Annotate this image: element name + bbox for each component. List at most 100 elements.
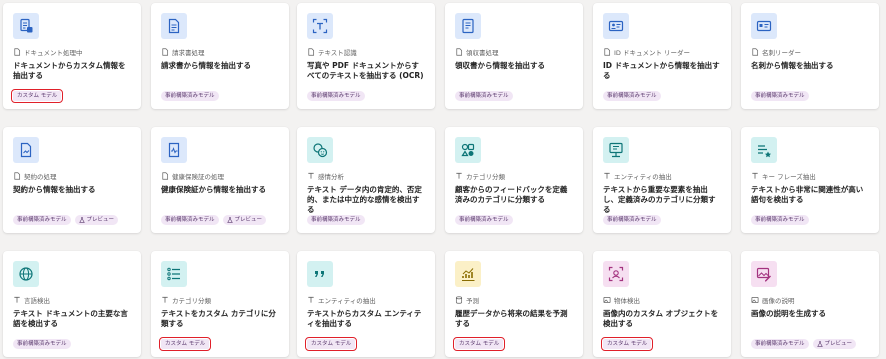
card-title: ID ドキュメントから情報を抽出する [603,61,720,80]
badge-label: カスタム モデル [165,341,206,347]
badge-label: カスタム モデル [17,93,58,99]
card-badges: 事前構築済みモデル プレビュー [751,339,857,349]
card-title: 画像の説明を生成する [751,309,826,318]
card-category: カテゴリ分類 [455,171,573,181]
card-category: 請求書処理 [161,47,279,57]
prebuilt-model-badge: 事前構築済みモデル [307,215,365,225]
text-recognition-icon [307,13,333,39]
badge-label: 事前構築済みモデル [607,93,657,99]
card-badges: カスタム モデル [304,337,358,351]
card-badges: 事前構築済みモデル プレビュー [161,215,267,225]
model-card[interactable]: 名刺リーダー 名刺から情報を抽出する 事前構築済みモデル [741,3,879,109]
card-title: 領収書から情報を抽出する [455,61,545,70]
list-icon [161,261,187,287]
card-category-label: 名刺リーダー [762,49,801,57]
card-title: 請求書から情報を抽出する [161,61,251,70]
image-icon [751,296,759,304]
ai-model-card-grid: ドキュメント処理中 ドキュメントからカスタム情報を抽出する カスタム モデル 請求書処… [0,0,886,359]
card-category-label: 言語検出 [24,297,50,305]
card-category: カテゴリ分類 [161,295,279,305]
card-badges: 事前構築済みモデル [751,215,809,225]
card-category-label: エンティティの抽出 [318,297,376,305]
id-card-icon [603,13,629,39]
model-card[interactable]: カテゴリ分類顧客からのフィードバックを定義済みのカテゴリに分類する事前構築済みモ… [445,127,583,233]
text-icon [14,296,20,303]
card-category: テキスト認識 [307,47,425,57]
badge-label: プレビュー [86,217,115,223]
badge-label: カスタム モデル [311,341,352,347]
flask-icon [78,217,85,223]
prebuilt-model-badge: 事前構築済みモデル [455,215,513,225]
badge-label: 事前構築済みモデル [459,93,509,99]
model-card[interactable]: 請求書処理請求書から情報を抽出する事前構築済みモデル [151,3,289,109]
badge-label: 事前構築済みモデル [607,217,657,223]
card-badges: 事前構築済みモデル プレビュー [13,215,119,225]
prebuilt-model-badge: 事前構築済みモデル [307,91,365,101]
card-badges: カスタム モデル [452,337,506,351]
card-badges: 事前構築済みモデル [455,215,513,225]
model-card[interactable]: 物体検出 画像内のカスタム オブジェクトを検出する カスタム モデル [593,251,731,357]
card-category: 言語検出 [13,295,131,305]
image-icon [603,296,611,304]
card-category-label: カテゴリ分類 [466,173,505,181]
card-title: テキスト ドキュメントの主要な言語を検出する [13,309,128,328]
model-card[interactable]: エンティティの抽出 テキストからカスタム エンティティを抽出する カスタム モデル [297,251,435,357]
prebuilt-model-badge: 事前構築済みモデル [603,91,661,101]
flask-icon [226,217,233,223]
image-edit-icon [751,261,777,287]
card-badges: 事前構築済みモデル [307,215,365,225]
model-card[interactable]: ドキュメント処理中 ドキュメントからカスタム情報を抽出する カスタム モデル [3,3,141,109]
text-icon [308,296,314,303]
model-card[interactable]: 感情分析 テキスト データ内の肯定的、否定的、または中立的な感情を検出する 事前構築… [297,127,435,233]
model-card[interactable]: テキスト認識 写真や PDF ドキュメントからすべてのテキストを抽出する (OCR… [297,3,435,109]
model-card[interactable]: 予測 履歴データから将来の結果を予測する カスタム モデル [445,251,583,357]
prebuilt-model-badge: 事前構築済みモデル [13,339,71,349]
model-card[interactable]: 契約の処理 契約から情報を抽出する 事前構築済みモデル プレビュー [3,127,141,233]
card-category-label: テキスト認識 [318,49,357,57]
model-card[interactable]: 言語検出テキスト ドキュメントの主要な言語を検出する事前構築済みモデル [3,251,141,357]
card-category-label: 請求書処理 [172,49,205,57]
card-category: ID ドキュメント リーダー [603,47,721,57]
key-phrase-icon [751,137,777,163]
entity-extraction-icon [603,137,629,163]
quote-icon [307,261,333,287]
card-badges: 事前構築済みモデル [161,91,219,101]
card-title: テキストから非常に関連性が高い語句を検出する [751,185,864,204]
preview-badge: プレビュー [222,215,267,225]
model-card[interactable]: エンティティの抽出 テキストから重要な要素を抽出し、定義済みのカテゴリに分類する事… [593,127,731,233]
prebuilt-model-badge: 事前構築済みモデル [751,91,809,101]
receipt-icon [455,13,481,39]
card-category: キー フレーズ抽出 [751,171,869,181]
badge-label: 事前構築済みモデル [17,341,67,347]
text-icon [456,172,462,179]
globe-icon [13,261,39,287]
document-icon [752,48,759,56]
card-category-label: ID ドキュメント リーダー [614,49,691,57]
model-card[interactable]: カテゴリ分類 テキストをカスタム カテゴリに分類する カスタム モデル [151,251,289,357]
card-category-label: 画像の説明 [762,297,795,305]
card-badges: 事前構築済みモデル [307,91,365,101]
badge-label: 事前構築済みモデル [755,341,805,347]
card-category: エンティティの抽出 [603,171,721,181]
badge-label: 事前構築済みモデル [17,217,67,223]
text-icon [162,296,168,303]
model-card[interactable]: キー フレーズ抽出テキストから非常に関連性が高い語句を検出する事前構築済みモデル [741,127,879,233]
card-category: 画像の説明 [751,295,869,305]
document-icon [456,48,463,56]
prebuilt-model-badge: 事前構築済みモデル [455,91,513,101]
card-title: 顧客からのフィードバックを定義済みのカテゴリに分類する [455,185,568,204]
document-icon [162,172,169,180]
card-badges: カスタム モデル [10,89,64,103]
model-card[interactable]: ID ドキュメント リーダー ID ドキュメントから情報を抽出する事前構築済みモデ… [593,3,731,109]
model-card[interactable]: 画像の説明画像の説明を生成する事前構築済みモデル プレビュー [741,251,879,357]
card-category-label: ドキュメント処理中 [24,49,83,57]
model-card[interactable]: 健康保険証の処理 健康保険証から情報を抽出する 事前構築済みモデル プレビュー [151,127,289,233]
badge-label: 事前構築済みモデル [165,93,215,99]
prebuilt-model-badge: 事前構築済みモデル [161,91,219,101]
card-category: 物体検出 [603,295,721,305]
flask-icon [816,341,823,347]
model-card[interactable]: 領収書処理 領収書から情報を抽出する 事前構築済みモデル [445,3,583,109]
card-category: 予測 [455,295,573,305]
custom-model-badge: カスタム モデル [452,337,506,351]
document-icon [604,48,611,56]
